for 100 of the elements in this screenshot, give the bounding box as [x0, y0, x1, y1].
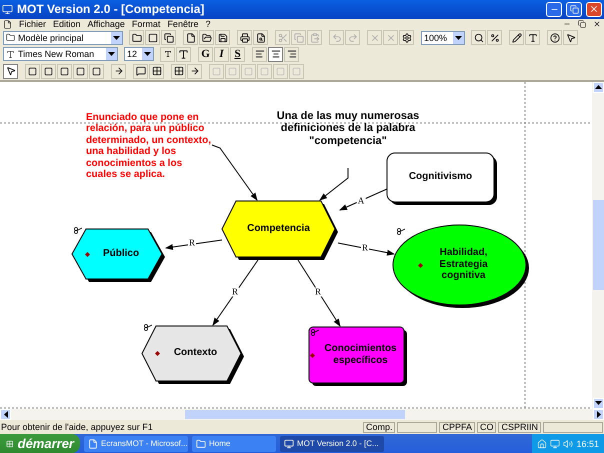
text-style-button[interactable]: I [214, 46, 229, 62]
align-icon [270, 49, 280, 60]
text-style-button[interactable] [525, 30, 540, 46]
help-icon [550, 32, 560, 43]
close-button[interactable] [586, 2, 602, 17]
copy-button[interactable] [161, 30, 176, 46]
pencil-icon [512, 32, 522, 43]
clock: 16:51 [576, 438, 599, 449]
align-button[interactable] [284, 46, 299, 62]
status-panel [397, 422, 438, 433]
align-button[interactable] [252, 46, 267, 62]
maximize-button[interactable] [566, 2, 582, 17]
node-label: Público [102, 248, 140, 260]
folder-icon [196, 438, 206, 449]
title-note: Una de las muy numerosas definiciones de la palabra "competencia" [276, 110, 420, 148]
open-folder-button[interactable] [199, 30, 214, 46]
node-label: Cognitivismo [408, 171, 472, 183]
open-folder-icon [202, 32, 212, 43]
dropdown-arrow-icon [113, 36, 120, 40]
menu-item[interactable]: ? [205, 19, 210, 30]
shrink-font-button[interactable] [160, 46, 175, 62]
relation-arrow [212, 259, 258, 326]
pointer-icon [6, 66, 16, 76]
arrow-icon [114, 66, 124, 76]
speaker-icon [563, 438, 574, 449]
font-select[interactable]: Times New Roman [3, 47, 118, 62]
relation-label: R [231, 287, 239, 296]
context-help-button[interactable] [563, 30, 578, 46]
comment-text: Enunciado que pone en relación, para un público determinado, un contexto, una habilidad y los conocimientos a los cuales se aplica. [86, 112, 212, 180]
node-label: Competencia [247, 222, 310, 234]
taskbar-button[interactable]: EcransMOT - Microsof... [84, 436, 188, 452]
minimize-button[interactable] [546, 2, 562, 17]
zoom-icon [474, 32, 484, 43]
text-style-button[interactable]: S [230, 46, 245, 62]
rectangle-tool[interactable] [25, 64, 40, 79]
relation-label: R [361, 243, 369, 252]
model-select[interactable]: Modèle principal [3, 30, 123, 45]
dropdown-arrow-icon [455, 36, 462, 40]
annotation-arrow [319, 167, 348, 200]
app-icon [284, 438, 294, 449]
zoom-button[interactable] [471, 30, 486, 46]
monitor-icon [550, 438, 560, 449]
pointer-tool[interactable] [3, 64, 18, 79]
taskbar-button[interactable]: Home [192, 436, 276, 452]
start-button[interactable]: démarrer [0, 434, 80, 453]
menu-item[interactable]: Format [132, 19, 160, 30]
menu-item[interactable]: Edition [53, 19, 81, 30]
folder-icon [6, 33, 15, 42]
status-message: Pour obtenir de l'aide, appuyez sur F1 [1, 422, 154, 432]
zoom-select[interactable]: 100% [421, 30, 465, 45]
delete-icon [370, 32, 380, 43]
relation-label: A [356, 196, 366, 205]
grid-tool[interactable] [171, 64, 186, 79]
scroll-thumb[interactable] [592, 200, 604, 290]
folder-icon [132, 32, 142, 43]
vertical-scrollbar[interactable] [592, 82, 604, 408]
print-preview-button[interactable] [253, 30, 268, 46]
new-file-button[interactable] [183, 30, 198, 46]
taskbar-button[interactable]: MOT Version 2.0 - [C... [280, 436, 384, 452]
copy-icon [294, 32, 304, 43]
pencil-button[interactable] [509, 30, 524, 46]
help-button[interactable] [547, 30, 562, 46]
status-panel: CPPFA [439, 422, 475, 433]
redo-icon [348, 32, 358, 43]
menu-item[interactable]: Fichier [19, 19, 46, 30]
percent-button[interactable] [487, 30, 502, 46]
comment-tool[interactable] [133, 64, 148, 79]
grid-tool[interactable] [149, 64, 164, 79]
horizontal-scrollbar[interactable] [0, 408, 604, 420]
app-icon [2, 4, 13, 15]
node-label: Conocimientos específicos [324, 343, 397, 366]
size-select[interactable]: 12 [124, 47, 154, 62]
delete-link-icon [386, 32, 396, 43]
percent-icon [490, 32, 500, 43]
relation-label: R [314, 287, 322, 296]
text-style-icon [528, 32, 538, 43]
scroll-down-icon [594, 401, 602, 405]
arrow-tool[interactable] [111, 64, 126, 79]
context-help-icon [566, 32, 576, 43]
window-button[interactable] [145, 30, 160, 46]
document-icon [3, 20, 12, 29]
folder-button[interactable] [129, 30, 144, 46]
comment-icon [136, 66, 146, 76]
scroll-up-icon [594, 85, 602, 89]
scroll-left-icon [4, 410, 8, 418]
save-button[interactable] [215, 30, 230, 46]
print-button[interactable] [237, 30, 252, 46]
menu-item[interactable]: Fenêtre [167, 19, 198, 30]
window-title: MOT Version 2.0 - [Competencia] [17, 2, 206, 16]
dropdown-arrow-icon [144, 52, 151, 56]
properties-button[interactable] [399, 30, 414, 46]
menu-item[interactable]: Affichage [88, 19, 125, 30]
grow-font-button[interactable] [176, 46, 191, 62]
align-button[interactable] [268, 46, 283, 62]
document-icon [88, 438, 98, 449]
align-icon [286, 49, 296, 60]
text-style-button[interactable]: G [198, 46, 213, 62]
relation-label: R [188, 238, 196, 247]
new-file-icon [186, 32, 196, 43]
arrow-tool[interactable] [187, 64, 202, 79]
